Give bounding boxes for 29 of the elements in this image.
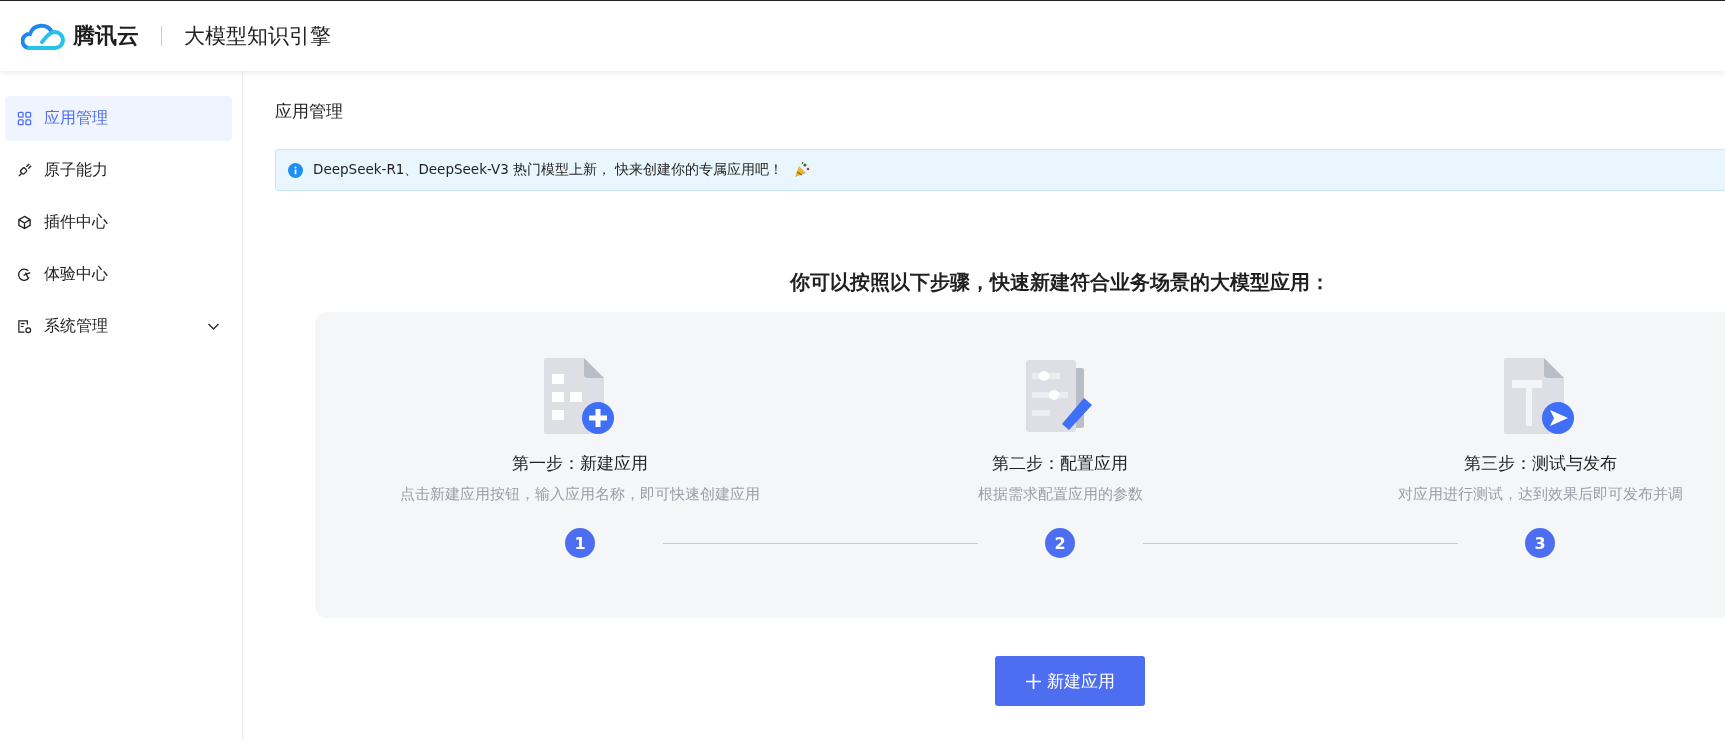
party-popper-icon (793, 161, 812, 179)
step-title: 第三步：测试与发布 (1463, 452, 1617, 475)
plug-icon (17, 163, 32, 178)
sidebar-item[interactable]: 原子能力 (5, 148, 232, 193)
step-title: 第二步：配置应用 (992, 452, 1128, 475)
step-description: 点击新建应用按钮，输入应用名称，即可快速创建应用 (400, 485, 760, 504)
info-icon (288, 162, 303, 178)
grid-icon (17, 111, 32, 126)
headline: 你可以按照以下步骤，快速新建符合业务场景的大模型应用： (788, 269, 1331, 296)
step-number: 2 (1045, 528, 1075, 558)
product-name: 大模型知识引擎 (184, 23, 331, 50)
step-title: 第一步：新建应用 (512, 452, 648, 475)
step-number: 1 (565, 528, 595, 558)
brand-name: 腾讯云 (73, 22, 139, 50)
orbit-icon (17, 267, 32, 282)
page-title: 应用管理 (275, 100, 344, 123)
sidebar-item[interactable]: 应用管理 (5, 96, 232, 141)
step-description: 根据需求配置应用的参数 (977, 485, 1143, 504)
step-number: 3 (1525, 528, 1555, 558)
plus-icon (1025, 673, 1041, 689)
cloud-logo-icon (21, 21, 65, 51)
document-gear-icon (17, 319, 32, 334)
step-description: 对应用进行测试，达到效果后即可发布并调 (1397, 485, 1683, 504)
create-app-button[interactable]: 新建应用 (995, 656, 1145, 706)
sidebar-item[interactable]: 体验中心 (5, 252, 232, 297)
sidebar-item[interactable]: 插件中心 (5, 200, 232, 245)
sidebar-item[interactable]: 系统管理 (5, 304, 232, 349)
cube-icon (17, 215, 32, 230)
notice-text: DeepSeek-R1、DeepSeek-V3 热门模型上新， 快来创建你的专属应用吧！ (313, 161, 784, 179)
